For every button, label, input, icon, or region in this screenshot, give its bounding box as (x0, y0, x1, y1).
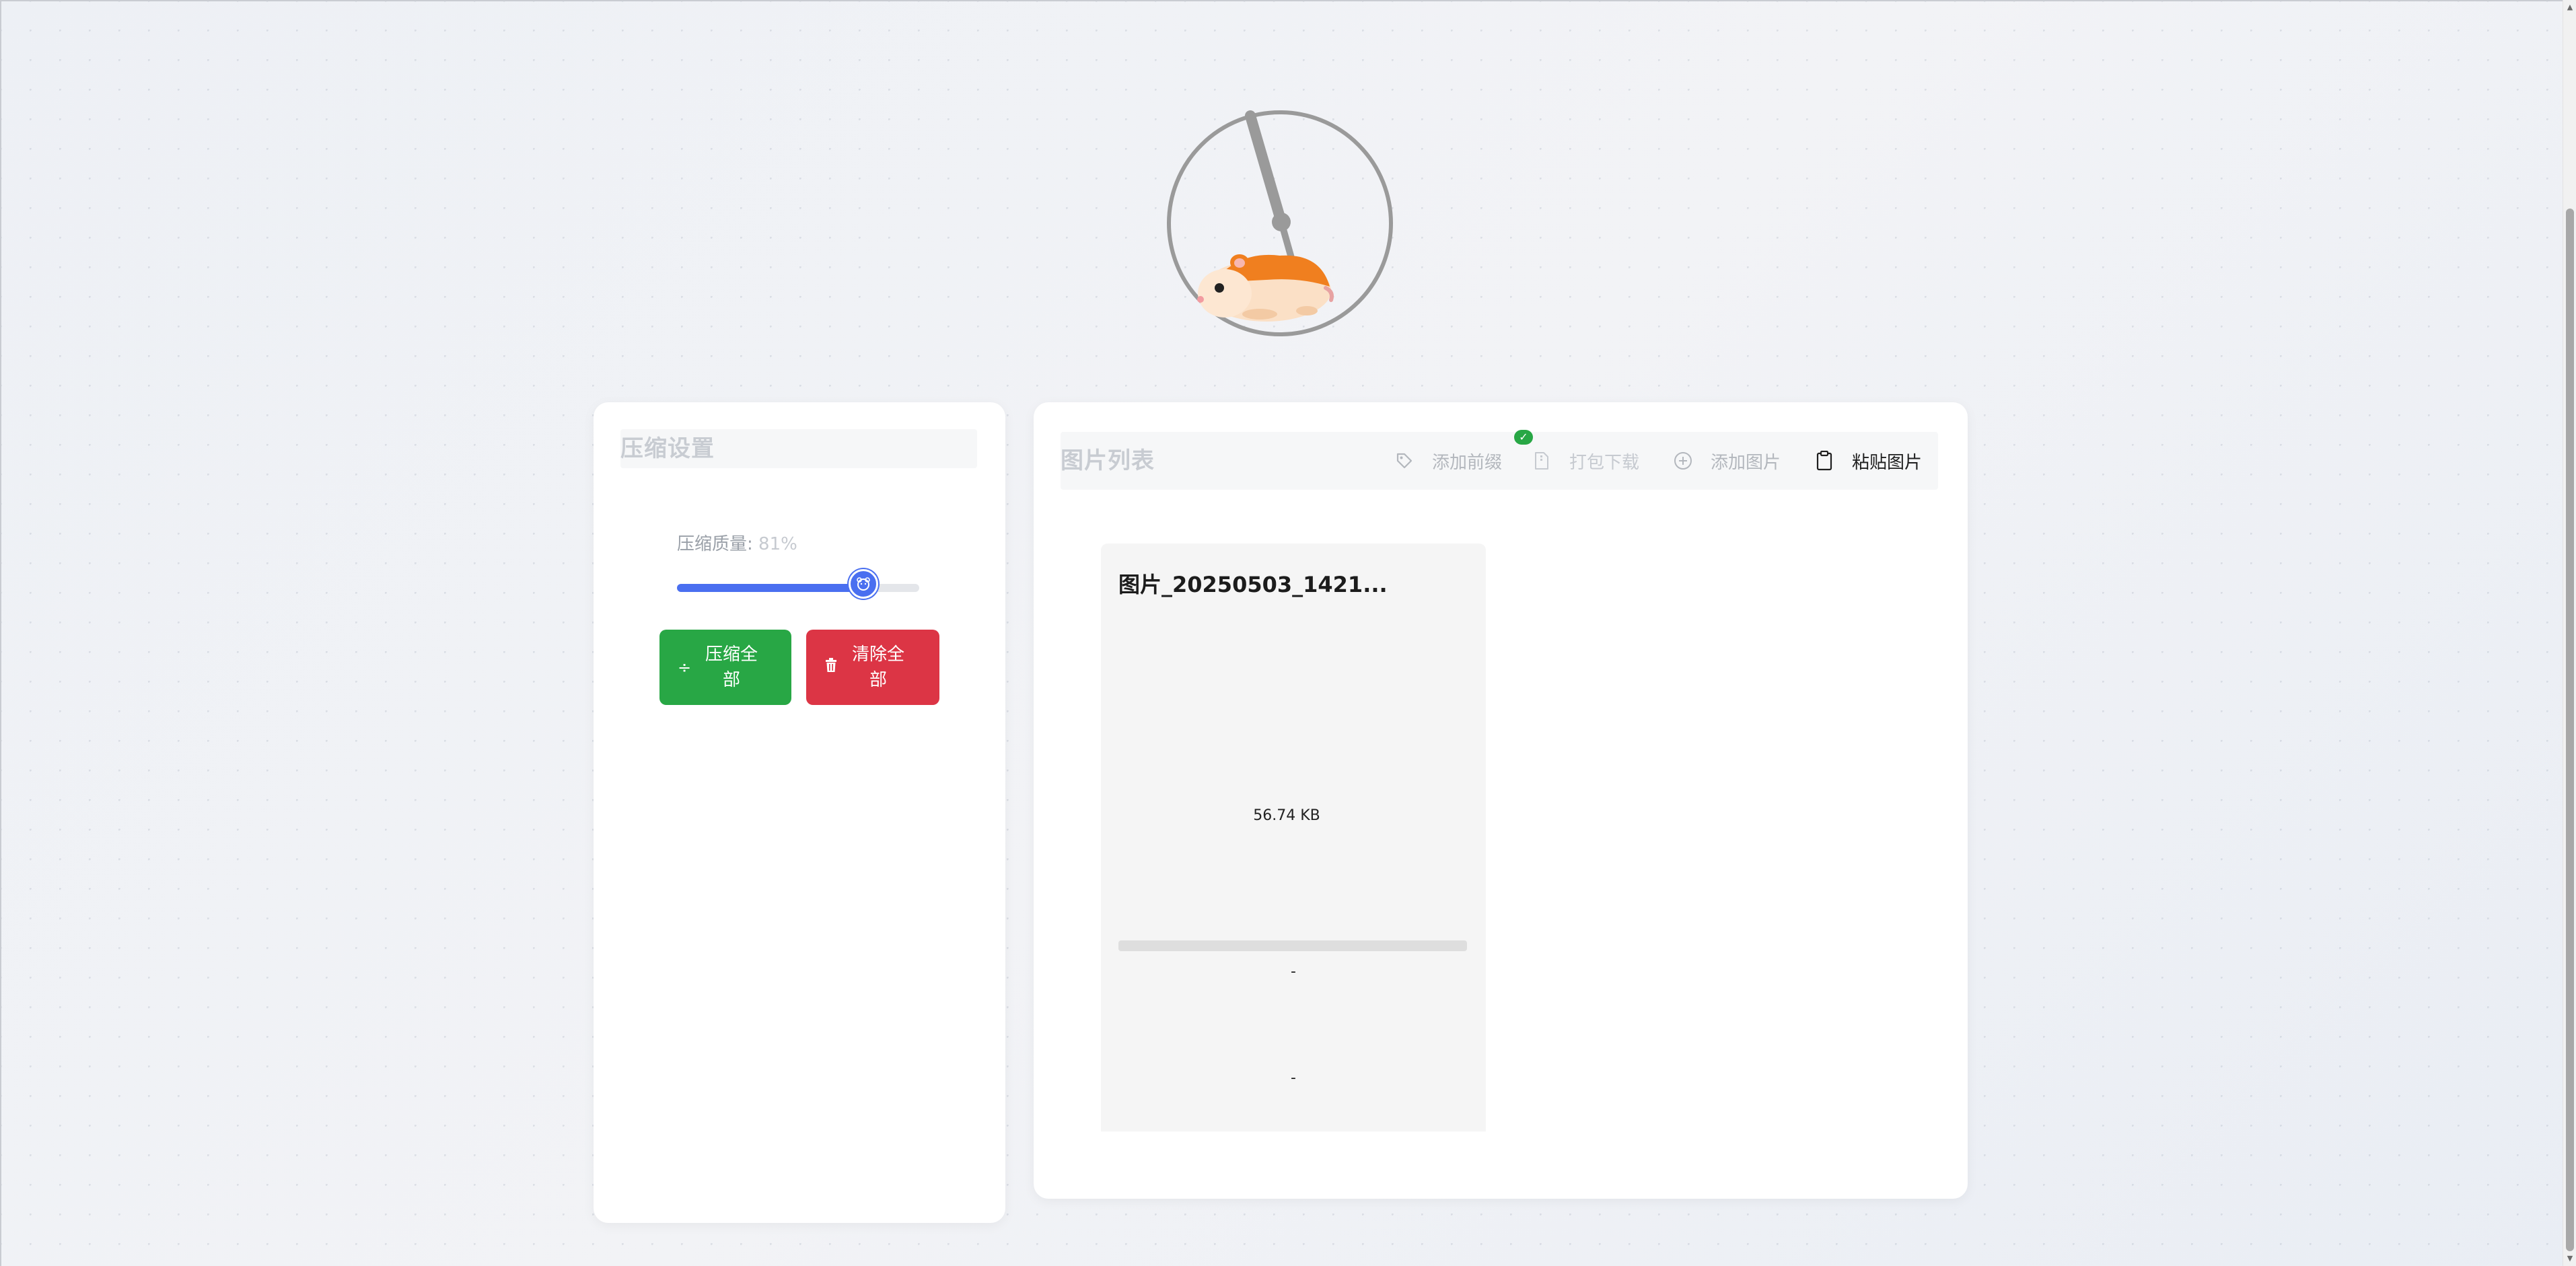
compress-all-button[interactable]: ÷ 压缩全部 (659, 630, 791, 705)
compression-ratio: - (1291, 1070, 1296, 1086)
download-zip-label: 打包下载 (1569, 452, 1640, 473)
image-list-panel: 图片列表 添加前缀 ✓ 打包下载 添加图片 粘贴图片 图片_20250503_1… (1034, 402, 1968, 1199)
scroll-down-arrow-icon[interactable]: ▼ (2563, 1251, 2576, 1266)
file-zip-icon (1532, 451, 1552, 471)
compression-settings-panel: 压缩设置 压缩质量: 81% ÷ 压缩全部 清除全部 (594, 402, 1005, 1223)
hamster-face-icon (857, 577, 870, 591)
add-image-button[interactable]: 添加图片 (1673, 432, 1781, 490)
plus-circle-icon (1673, 451, 1693, 471)
divide-icon: ÷ (677, 658, 692, 677)
paste-image-label: 粘贴图片 (1852, 452, 1923, 473)
image-list-title: 图片列表 (1061, 447, 1155, 474)
tag-icon (1394, 451, 1415, 471)
add-prefix-button[interactable]: 添加前缀 (1394, 432, 1502, 490)
download-zip-button[interactable]: 打包下载 (1532, 432, 1639, 490)
clipboard-icon (1814, 451, 1834, 471)
quality-label: 压缩质量: 81% (677, 530, 797, 555)
clear-all-label: 清除全部 (851, 644, 904, 690)
image-card[interactable]: 图片_20250503_1421... 56.74 KB - - (1101, 544, 1486, 1131)
slider-thumb[interactable] (849, 569, 879, 599)
scrollbar-thumb[interactable] (2566, 209, 2574, 1251)
check-badge-icon: ✓ (1514, 430, 1533, 445)
compressed-size: - (1291, 963, 1296, 980)
image-name: 图片_20250503_1421... (1118, 572, 1388, 597)
slider-fill (677, 584, 864, 592)
clear-all-button[interactable]: 清除全部 (806, 630, 939, 705)
trash-icon (824, 658, 838, 677)
hamster-wheel-icon (1167, 110, 1393, 336)
add-prefix-label: 添加前缀 (1432, 452, 1503, 473)
original-size: 56.74 KB (1253, 807, 1320, 824)
quality-slider[interactable] (677, 569, 919, 599)
quality-value: 81% (758, 534, 797, 554)
scroll-up-arrow-icon[interactable]: ▲ (2563, 0, 2576, 15)
add-image-label: 添加图片 (1711, 452, 1781, 473)
compression-progress-bar (1118, 940, 1467, 951)
image-list-header: 图片列表 添加前缀 ✓ 打包下载 添加图片 粘贴图片 (1061, 430, 1938, 490)
hamster-icon (1197, 254, 1334, 322)
paste-image-button[interactable]: 粘贴图片 (1814, 432, 1922, 490)
vertical-scrollbar[interactable]: ▲ ▼ (2563, 0, 2576, 1266)
page-viewport: 压缩设置 压缩质量: 81% ÷ 压缩全部 清除全部 图片列表 添加前缀 ✓ 打… (0, 0, 2563, 1266)
settings-title: 压缩设置 (620, 429, 977, 468)
hamster-wheel-logo (1166, 109, 1394, 338)
compress-all-label: 压缩全部 (705, 644, 758, 690)
quality-label-text: 压缩质量: (677, 534, 759, 554)
